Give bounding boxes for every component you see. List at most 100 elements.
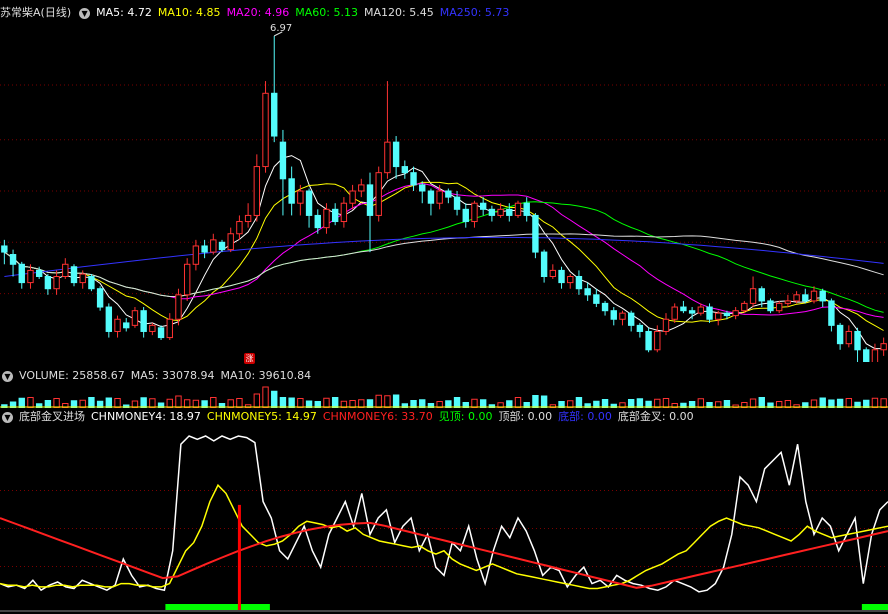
volume-legend-item-1: MA5: 33078.94 [130,369,215,382]
candle-body [706,306,713,320]
candle-body [627,312,635,326]
candle-body [558,269,565,284]
indicator-legend-item-4: 顶部: 0.00 [498,410,553,423]
candle-body [140,310,147,332]
ma-legend-item-3: MA60: 5.13 [295,6,358,19]
volume-bar [210,397,217,408]
volume-bar [793,404,800,408]
ma-legend-item-0: MA5: 4.72 [96,6,152,19]
candle-body [767,300,774,312]
candle-body [18,263,25,284]
candle-body [863,349,870,362]
candle-body [680,306,687,312]
collapse-icon[interactable]: ▼ [2,411,13,423]
candle-body [532,214,539,253]
volume-bar [514,397,522,408]
candle-body [175,294,182,320]
candle-body [392,141,400,168]
candle-body [114,318,121,332]
candle-body [358,184,365,192]
volume-bar [532,395,539,408]
volume-bar [140,397,147,408]
candle-body [427,190,435,204]
candle-body [732,310,739,317]
ma-line [4,233,884,298]
ma-legend-item-1: MA10: 4.85 [157,6,221,19]
candle-body [619,312,626,320]
candle-body [741,302,748,312]
candle-body [192,245,200,265]
candle-body [384,141,391,174]
candle-body [514,202,522,216]
candle-body [723,312,731,317]
volume-legend: ▼ VOLUME: 25858.67 MA5: 33078.94 MA10: 3961… [0,369,323,383]
candle-body [70,266,78,284]
candle-body [758,288,765,302]
candle-body [549,269,557,277]
candle-body [636,324,644,332]
indicator-legend: ▼ 底部金叉进场 CHNMONEY4: 18.97 CHNMONEY5: 14.97 C… [0,410,706,424]
collapse-icon[interactable]: ▼ [79,7,91,19]
candle-body [584,288,591,296]
candle-body [436,190,443,204]
candle-body [523,202,530,216]
candle-body [297,190,304,204]
indicator-legend-item-5: 底部: 0.00 [558,410,612,423]
volume-legend-items: VOLUME: 25858.67 MA5: 33078.94 MA10: 39610… [19,369,317,382]
volume-bar [331,397,339,408]
candle-body [88,276,95,290]
candle-body [688,310,696,314]
candle-body [775,302,783,312]
candle-body [166,318,173,339]
candle-body [271,92,278,137]
candle-body [288,178,295,204]
indicator-chart [0,435,888,612]
candle-body [793,294,800,302]
candle-body [497,208,504,216]
chnmoney4-line [0,435,888,593]
candle-body [462,208,469,223]
candle-body [262,92,269,168]
candle-body [183,263,191,296]
indicator-legend-items: CHNMONEY4: 18.97 CHNMONEY5: 14.97 CHNMONEY… [91,410,700,423]
candle-body [149,324,156,332]
candle-body [845,330,853,345]
candle-body [567,276,574,284]
candle-body [323,208,330,229]
indicator-legend-item-1: CHNMONEY5: 14.97 [206,410,317,423]
candle-body [1,245,8,253]
volume-bar [549,404,557,408]
candle-body [253,166,261,216]
candle-body [44,276,52,290]
candle-body [340,202,348,223]
candle-body [419,184,426,192]
volume-bar [453,397,461,408]
volume-bar [175,395,182,408]
volume-bar [575,397,583,408]
volume-bar [262,386,269,408]
candle-body [401,166,409,174]
candle-body [305,190,313,216]
candle-body [506,208,513,216]
candle-body [218,241,226,251]
candle-body [35,269,43,277]
stock-name: 苏常柴A [0,6,41,19]
candle-body [671,306,678,320]
candle-body [471,202,478,223]
candle-body [453,196,461,210]
volume-bar [88,397,95,408]
candle-body [96,288,104,308]
candle-body [871,349,879,362]
volume-bar [384,395,391,408]
candle-body [349,190,356,204]
candle-body [836,324,844,345]
volume-bar [1,404,8,408]
candle-body [201,245,208,253]
candle-body [810,290,818,302]
volume-bar [375,394,382,408]
candle-body [697,306,705,314]
candle-body [854,330,861,351]
candle-body [410,172,417,186]
volume-bar [27,397,34,408]
collapse-icon[interactable]: ▼ [2,370,13,382]
